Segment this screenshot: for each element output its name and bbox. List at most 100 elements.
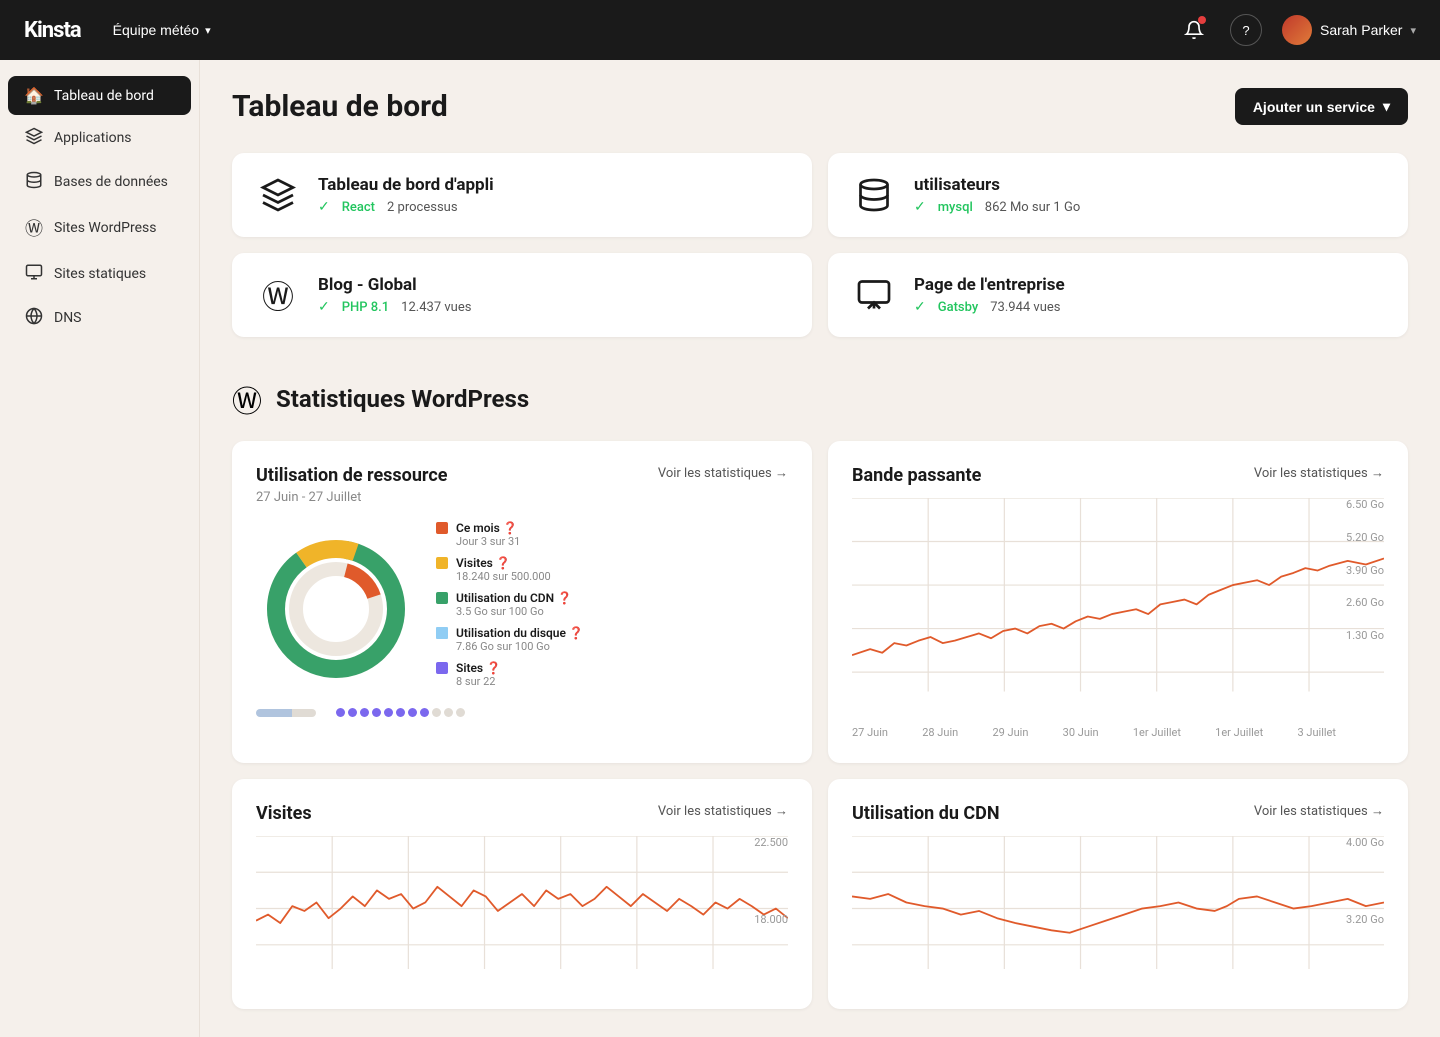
- visits-y-1: 22.500: [754, 836, 788, 849]
- status-icon-db: ✓: [914, 199, 926, 215]
- resource-chart-link[interactable]: Voir les statistiques →: [658, 465, 788, 481]
- cdn-chart-card: Utilisation du CDN Voir les statistiques…: [828, 779, 1408, 1009]
- sidebar-item-bases-de-donnees[interactable]: Bases de données: [8, 161, 191, 203]
- service-card-blog[interactable]: Ⓦ Blog - Global ✓ PHP 8.1 12.437 vues: [232, 253, 812, 337]
- service-meta-db: ✓ mysql 862 Mo sur 1 Go: [914, 199, 1384, 215]
- status-icon-app: ✓: [318, 199, 330, 215]
- sidebar-item-sites-wordpress[interactable]: Ⓦ Sites WordPress: [8, 205, 191, 251]
- sidebar-label-dns: DNS: [54, 310, 82, 326]
- sidebar-item-tableau-de-bord[interactable]: 🏠 Tableau de bord: [8, 76, 191, 115]
- service-detail-page: 73.944 vues: [990, 300, 1060, 315]
- dot-8: [420, 708, 429, 717]
- service-card-db[interactable]: utilisateurs ✓ mysql 862 Mo sur 1 Go: [828, 153, 1408, 237]
- dot-7: [408, 708, 417, 717]
- legend-color-visites: [436, 557, 448, 569]
- help-button[interactable]: ?: [1230, 14, 1262, 46]
- topnav-right: ? Sarah Parker ▾: [1178, 14, 1416, 46]
- service-status-page: Gatsby: [938, 300, 979, 315]
- dot-10: [444, 708, 453, 717]
- service-icon-wp: Ⓦ: [256, 273, 300, 317]
- sidebar-item-dns[interactable]: DNS: [8, 297, 191, 339]
- service-name-app: Tableau de bord d'appli: [318, 175, 788, 195]
- add-service-button[interactable]: Ajouter un service ▾: [1235, 88, 1408, 125]
- legend-text-disque: Utilisation du disque ❓ 7.86 Go sur 100 …: [456, 626, 584, 653]
- avatar: [1282, 15, 1312, 45]
- visits-y-2: 18.000: [754, 913, 788, 926]
- user-chevron-icon: ▾: [1410, 24, 1416, 37]
- legend-item-sites: Sites ❓ 8 sur 22: [436, 661, 788, 688]
- resource-legend: Ce mois ❓ Jour 3 sur 31 Visites ❓ 18.240…: [436, 521, 788, 696]
- visits-chart-wrap: 22.500 18.000: [256, 836, 788, 985]
- service-status-db: mysql: [938, 200, 973, 215]
- dot-11: [456, 708, 465, 717]
- logo: Kinsta: [24, 18, 81, 43]
- dot-9: [432, 708, 441, 717]
- add-service-chevron-icon: ▾: [1383, 98, 1390, 115]
- service-card-app[interactable]: Tableau de bord d'appli ✓ React 2 proces…: [232, 153, 812, 237]
- legend-item-cdn: Utilisation du CDN ❓ 3.5 Go sur 100 Go: [436, 591, 788, 618]
- sidebar-label-applications: Applications: [54, 130, 132, 146]
- sidebar-label-tableau-de-bord: Tableau de bord: [54, 88, 154, 104]
- topnav: Kinsta Équipe météo ▾ ? Sarah Parker ▾: [0, 0, 1440, 60]
- visits-chart-card: Visites Voir les statistiques →: [232, 779, 812, 1009]
- wordpress-icon: Ⓦ: [24, 215, 44, 241]
- service-info-page: Page de l'entreprise ✓ Gatsby 73.944 vue…: [914, 275, 1384, 315]
- service-detail-app: 2 processus: [387, 200, 458, 215]
- service-status-blog: PHP 8.1: [342, 300, 389, 315]
- legend-item-disque: Utilisation du disque ❓ 7.86 Go sur 100 …: [436, 626, 788, 653]
- bandwidth-x-3: 29 Juin: [992, 726, 1028, 739]
- dot-3: [360, 708, 369, 717]
- visits-y-labels: 22.500 18.000: [754, 836, 788, 926]
- sidebar-label-sites-wordpress: Sites WordPress: [54, 220, 156, 236]
- legend-text-sites: Sites ❓ 8 sur 22: [456, 661, 501, 688]
- service-icon-db: [852, 173, 896, 217]
- service-meta-blog: ✓ PHP 8.1 12.437 vues: [318, 299, 788, 315]
- legend-color-disque: [436, 627, 448, 639]
- layers-icon: [24, 127, 44, 149]
- database-icon: [24, 171, 44, 193]
- resource-chart-header: Utilisation de ressource Voir les statis…: [256, 465, 788, 486]
- cdn-chart-wrap: 4.00 Go 3.20 Go: [852, 836, 1384, 985]
- resource-bottom-indicators: [256, 708, 788, 717]
- team-name: Équipe météo: [113, 22, 199, 38]
- legend-color-ce-mois: [436, 522, 448, 534]
- service-card-page[interactable]: Page de l'entreprise ✓ Gatsby 73.944 vue…: [828, 253, 1408, 337]
- disk-bar: [256, 709, 316, 717]
- visits-chart-link[interactable]: Voir les statistiques →: [658, 803, 788, 819]
- service-meta-app: ✓ React 2 processus: [318, 199, 788, 215]
- cdn-chart-link[interactable]: Voir les statistiques →: [1254, 803, 1384, 819]
- service-name-db: utilisateurs: [914, 175, 1384, 195]
- status-icon-blog: ✓: [318, 299, 330, 315]
- bandwidth-chart-title: Bande passante: [852, 465, 981, 486]
- bandwidth-x-6: 1er Juillet: [1215, 726, 1263, 739]
- resource-chart-title: Utilisation de ressource: [256, 465, 447, 486]
- chevron-down-icon: ▾: [205, 24, 211, 37]
- notifications-button[interactable]: [1178, 14, 1210, 46]
- static-icon: [24, 263, 44, 285]
- question-mark-icon: ?: [1242, 23, 1249, 38]
- sidebar-item-applications[interactable]: Applications: [8, 117, 191, 159]
- notification-badge: [1198, 16, 1206, 24]
- disk-bar-indicator: [256, 709, 316, 717]
- bandwidth-x-1: 27 Juin: [852, 726, 888, 739]
- legend-color-sites: [436, 662, 448, 674]
- dot-6: [396, 708, 405, 717]
- dot-4: [372, 708, 381, 717]
- bandwidth-x-4: 30 Juin: [1063, 726, 1099, 739]
- cdn-y-2: 3.20 Go: [1346, 913, 1384, 926]
- cdn-chart-header: Utilisation du CDN Voir les statistiques…: [852, 803, 1384, 824]
- user-menu-button[interactable]: Sarah Parker ▾: [1282, 15, 1416, 45]
- service-detail-db: 862 Mo sur 1 Go: [985, 200, 1080, 215]
- bandwidth-chart-card: Bande passante Voir les statistiques →: [828, 441, 1408, 763]
- wordpress-section-icon: Ⓦ: [232, 377, 262, 421]
- dot-5: [384, 708, 393, 717]
- sidebar: 🏠 Tableau de bord Applications: [0, 60, 200, 1037]
- dot-1: [336, 708, 345, 717]
- service-meta-page: ✓ Gatsby 73.944 vues: [914, 299, 1384, 315]
- bandwidth-chart-link[interactable]: Voir les statistiques →: [1254, 465, 1384, 481]
- cdn-y-labels: 4.00 Go 3.20 Go: [1346, 836, 1384, 926]
- bandwidth-x-labels: 27 Juin 28 Juin 29 Juin 30 Juin 1er Juil…: [852, 726, 1384, 739]
- service-info-blog: Blog - Global ✓ PHP 8.1 12.437 vues: [318, 275, 788, 315]
- team-selector[interactable]: Équipe météo ▾: [113, 22, 211, 38]
- sidebar-item-sites-statiques[interactable]: Sites statiques: [8, 253, 191, 295]
